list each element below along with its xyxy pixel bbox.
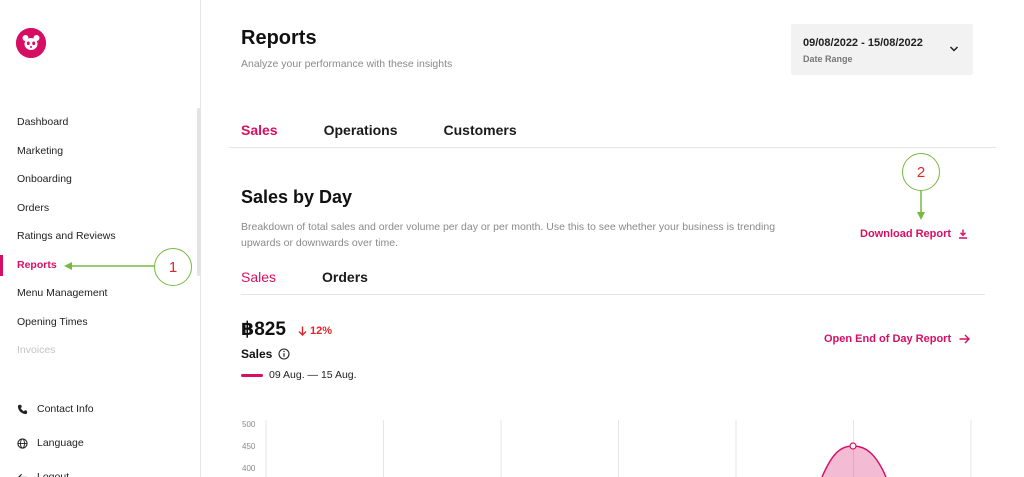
y-tick-label: 500 <box>242 420 256 429</box>
section-title: Sales by Day <box>241 187 353 207</box>
sidebar-item-ratings-and-reviews[interactable]: Ratings and Reviews <box>0 222 197 251</box>
sidebar-item-contact-info[interactable]: Contact Info <box>0 392 197 426</box>
legend-label: 09 Aug. — 15 Aug. <box>269 369 357 381</box>
date-range-picker[interactable]: 09/08/2022 - 15/08/2022 Date Range <box>791 24 973 75</box>
chart-legend: 09 Aug. — 15 Aug. <box>241 369 357 381</box>
sidebar-bottom-nav: Contact Info Language Logout <box>0 392 197 477</box>
sidebar-scrollbar[interactable] <box>197 108 201 276</box>
section-description: Breakdown of total sales and order volum… <box>241 221 776 249</box>
annotation-marker-1: 1 <box>154 248 192 286</box>
download-report-button[interactable]: Download Report <box>860 228 968 240</box>
report-tabs: Sales Operations Customers <box>241 122 563 138</box>
date-range-label: Date Range <box>803 54 853 64</box>
tab-sales[interactable]: Sales <box>241 122 278 138</box>
download-report-label: Download Report <box>860 228 952 240</box>
download-icon <box>959 229 968 239</box>
globe-icon <box>17 437 28 449</box>
y-tick-label: 400 <box>242 464 256 473</box>
info-icon[interactable] <box>278 348 290 360</box>
sidebar-item-dashboard[interactable]: Dashboard <box>0 108 197 137</box>
tab-operations[interactable]: Operations <box>324 122 398 138</box>
legend-swatch <box>241 373 263 377</box>
tab-chart-sales[interactable]: Sales <box>241 269 276 285</box>
annotation-marker-2: 2 <box>902 153 940 191</box>
metric-label-text: Sales <box>241 347 273 361</box>
date-range-value: 09/08/2022 - 15/08/2022 <box>803 37 923 49</box>
sidebar-item-marketing[interactable]: Marketing <box>0 137 197 166</box>
chart-tabs: Sales Orders <box>241 269 414 285</box>
sidebar-item-label: Logout <box>37 471 70 477</box>
sidebar-item-opening-times[interactable]: Opening Times <box>0 308 197 337</box>
sales-area <box>822 446 886 477</box>
metric-label: Sales <box>241 347 290 361</box>
foodpanda-logo-icon[interactable] <box>16 28 46 58</box>
sales-chart-svg: 500 450 400 <box>242 420 972 477</box>
sales-change-badge: 12% <box>298 325 332 337</box>
arrow-down-icon <box>298 326 307 336</box>
page-subtitle: Analyze your performance with these insi… <box>241 58 453 70</box>
sales-change-value: 12% <box>310 325 333 337</box>
page-title: Reports <box>241 27 317 49</box>
sidebar-item-orders[interactable]: Orders <box>0 194 197 223</box>
sales-point-peak <box>849 442 857 450</box>
phone-icon <box>17 404 28 414</box>
sales-total: ฿825 <box>241 319 286 340</box>
tab-chart-orders[interactable]: Orders <box>322 269 368 285</box>
tab-customers[interactable]: Customers <box>444 122 517 138</box>
sidebar-item-language[interactable]: Language <box>0 426 197 460</box>
sidebar-item-invoices[interactable]: Invoices <box>0 336 197 365</box>
sidebar-item-label: Contact Info <box>37 403 94 415</box>
tabs-divider <box>229 147 996 148</box>
eod-label: Open End of Day Report <box>824 333 952 345</box>
sidebar: Dashboard Marketing Onboarding Orders Ra… <box>0 0 201 477</box>
y-tick-label: 450 <box>242 442 256 451</box>
arrow-right-icon <box>959 334 971 344</box>
arrow-left-icon <box>17 473 28 477</box>
open-end-of-day-report-link[interactable]: Open End of Day Report <box>824 333 971 345</box>
annotation-arrowhead-2 <box>917 212 925 220</box>
chart-tabs-divider <box>241 294 985 295</box>
chevron-down-icon <box>949 46 959 52</box>
sidebar-nav: Dashboard Marketing Onboarding Orders Ra… <box>0 108 197 365</box>
sidebar-item-label: Language <box>37 437 84 449</box>
sidebar-item-logout[interactable]: Logout <box>0 460 197 477</box>
sidebar-item-onboarding[interactable]: Onboarding <box>0 165 197 194</box>
sales-chart: 500 450 400 <box>240 416 985 477</box>
